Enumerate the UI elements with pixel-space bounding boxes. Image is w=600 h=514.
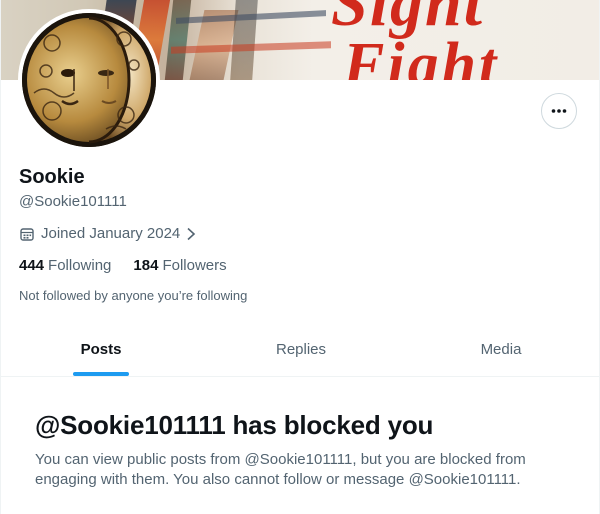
joined-date-row[interactable]: Joined January 2024 — [19, 225, 196, 242]
followers-label: Followers — [162, 257, 227, 274]
following-label: Following — [48, 257, 112, 274]
chevron-right-icon — [187, 227, 196, 240]
display-name: Sookie — [19, 166, 85, 188]
tab-label: Media — [480, 341, 522, 358]
followers-count: 184 — [133, 257, 159, 274]
more-options-button[interactable] — [541, 93, 577, 129]
tab-media[interactable]: Media — [401, 323, 599, 376]
sun-moon-face-icon — [22, 13, 156, 147]
tab-posts[interactable]: Posts — [1, 323, 201, 376]
banner-brush-stroke — [230, 0, 258, 80]
more-horizontal-icon — [551, 109, 567, 113]
banner-brush-stroke — [164, 0, 192, 80]
blocked-title: @Sookie101111 has blocked you — [35, 410, 434, 440]
following-link[interactable]: 444 Following — [19, 257, 111, 274]
blocked-message: You can view public posts from @Sookie10… — [35, 451, 526, 488]
profile-page: Sight Fight Sookie @Sookie101111 Joined … — [0, 0, 600, 514]
joined-date-text: Joined January 2024 — [41, 225, 181, 242]
followers-link[interactable]: 184 Followers — [133, 257, 226, 274]
follow-stats: 444 Following 184 Followers — [19, 257, 227, 274]
avatar[interactable] — [18, 9, 160, 151]
not-followed-notice: Not followed by anyone you’re following — [19, 288, 248, 303]
tab-label: Posts — [80, 341, 122, 358]
tab-label: Replies — [275, 341, 327, 358]
banner-text-main: Fight — [343, 31, 500, 80]
following-count: 444 — [19, 257, 45, 274]
active-tab-indicator — [73, 372, 129, 376]
calendar-icon — [20, 227, 34, 241]
user-handle: @Sookie101111 — [19, 193, 127, 210]
tab-replies[interactable]: Replies — [201, 323, 401, 376]
profile-tabs: Posts Replies Media — [1, 323, 599, 377]
